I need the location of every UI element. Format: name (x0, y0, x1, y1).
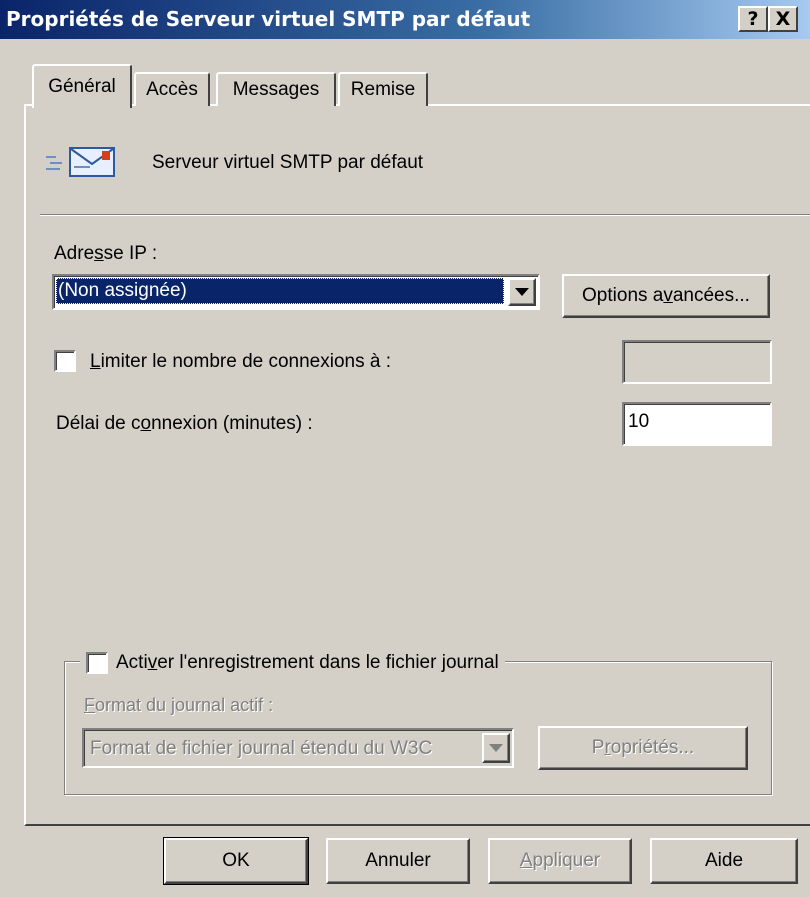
ip-address-value: (Non assignée) (56, 278, 504, 304)
header-separator (40, 214, 810, 216)
help-button[interactable]: Aide (650, 838, 798, 884)
log-properties-button[interactable]: Pr opriétés... (538, 726, 748, 770)
smtp-server-icon (44, 142, 116, 178)
connection-timeout-input[interactable]: 10 (622, 402, 772, 446)
tab-messages[interactable]: Messages (216, 72, 336, 106)
tab-general[interactable]: Général (32, 64, 132, 108)
tab-delivery[interactable]: Remise (338, 72, 428, 106)
close-icon: X (775, 8, 791, 30)
log-format-value: Format de fichier journal étendu du W3C (90, 738, 433, 759)
connection-timeout-label: Délai de connexion (minutes) : (56, 413, 313, 434)
ip-address-label: Adresse IP : (54, 243, 158, 264)
ip-address-combo[interactable]: (Non assignée) (52, 274, 540, 310)
window-title: Propriétés de Serveur virtuel SMTP par d… (6, 7, 531, 31)
log-format-combo[interactable]: Format de fichier journal étendu du W3C (82, 728, 514, 768)
tab-general-label: Général (48, 76, 116, 97)
log-format-label: Format du journal actif : (84, 695, 274, 715)
enable-logging-label: Activer l'enregistrement dans le fichier… (116, 652, 499, 673)
apply-button[interactable]: Appliquer (488, 838, 632, 884)
enable-logging-checkbox[interactable] (86, 652, 108, 674)
ok-button[interactable]: OK (163, 837, 309, 885)
limit-connections-input[interactable] (622, 340, 772, 384)
cancel-button[interactable]: Annuler (326, 838, 470, 884)
log-format-dropdown-button[interactable] (482, 733, 510, 763)
chevron-down-icon (489, 744, 503, 752)
server-name-label: Serveur virtuel SMTP par défaut (152, 152, 424, 173)
tab-delivery-label: Remise (350, 79, 416, 100)
tab-access-label: Accès (146, 79, 198, 100)
logging-group-header: Activer l'enregistrement dans le fichier… (80, 650, 505, 676)
tab-access[interactable]: Accès (134, 72, 210, 106)
help-title-button[interactable]: ? (738, 6, 768, 32)
ip-dropdown-button[interactable] (508, 278, 536, 306)
chevron-down-icon (515, 288, 529, 296)
advanced-options-button[interactable]: Options a v ancées... (562, 274, 770, 318)
help-icon: ? (747, 8, 759, 30)
limit-connections-label: Limiter le nombre de connexions à : (90, 351, 392, 372)
limit-connections-checkbox[interactable] (54, 350, 76, 372)
tab-messages-label: Messages (232, 79, 320, 100)
close-title-button[interactable]: X (768, 6, 798, 32)
